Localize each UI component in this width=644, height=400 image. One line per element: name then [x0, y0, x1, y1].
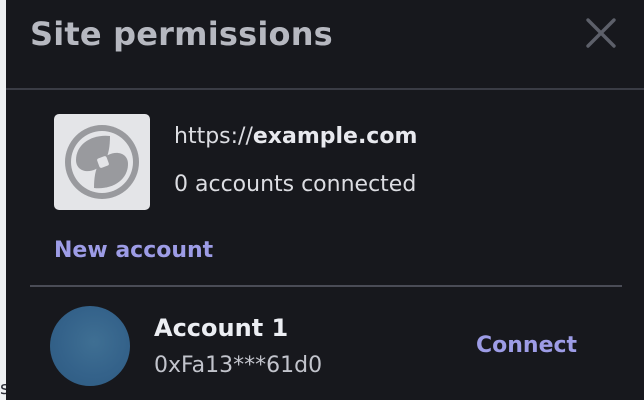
- close-button[interactable]: [584, 16, 618, 50]
- account-row: Account 1 0xFa13***61d0 Connect: [6, 296, 644, 400]
- new-account-link[interactable]: New account: [54, 234, 213, 268]
- connection-status: 0 accounts connected: [174, 172, 417, 197]
- site-url-domain: example.com: [252, 124, 418, 149]
- site-logo-icon: [65, 125, 139, 199]
- site-favicon: [54, 114, 150, 210]
- accounts-divider: [30, 285, 622, 287]
- account-avatar: [50, 306, 130, 386]
- header-divider: [6, 88, 644, 90]
- account-name: Account 1: [154, 314, 289, 342]
- site-url-scheme: https://: [174, 124, 253, 149]
- site-permissions-panel: Site permissions https://example.com 0 a…: [6, 0, 644, 400]
- connect-button[interactable]: Connect: [476, 329, 577, 363]
- account-address: 0xFa13***61d0: [154, 353, 323, 378]
- panel-title: Site permissions: [30, 15, 333, 53]
- close-icon: [586, 18, 616, 48]
- site-url: https://example.com: [174, 120, 417, 154]
